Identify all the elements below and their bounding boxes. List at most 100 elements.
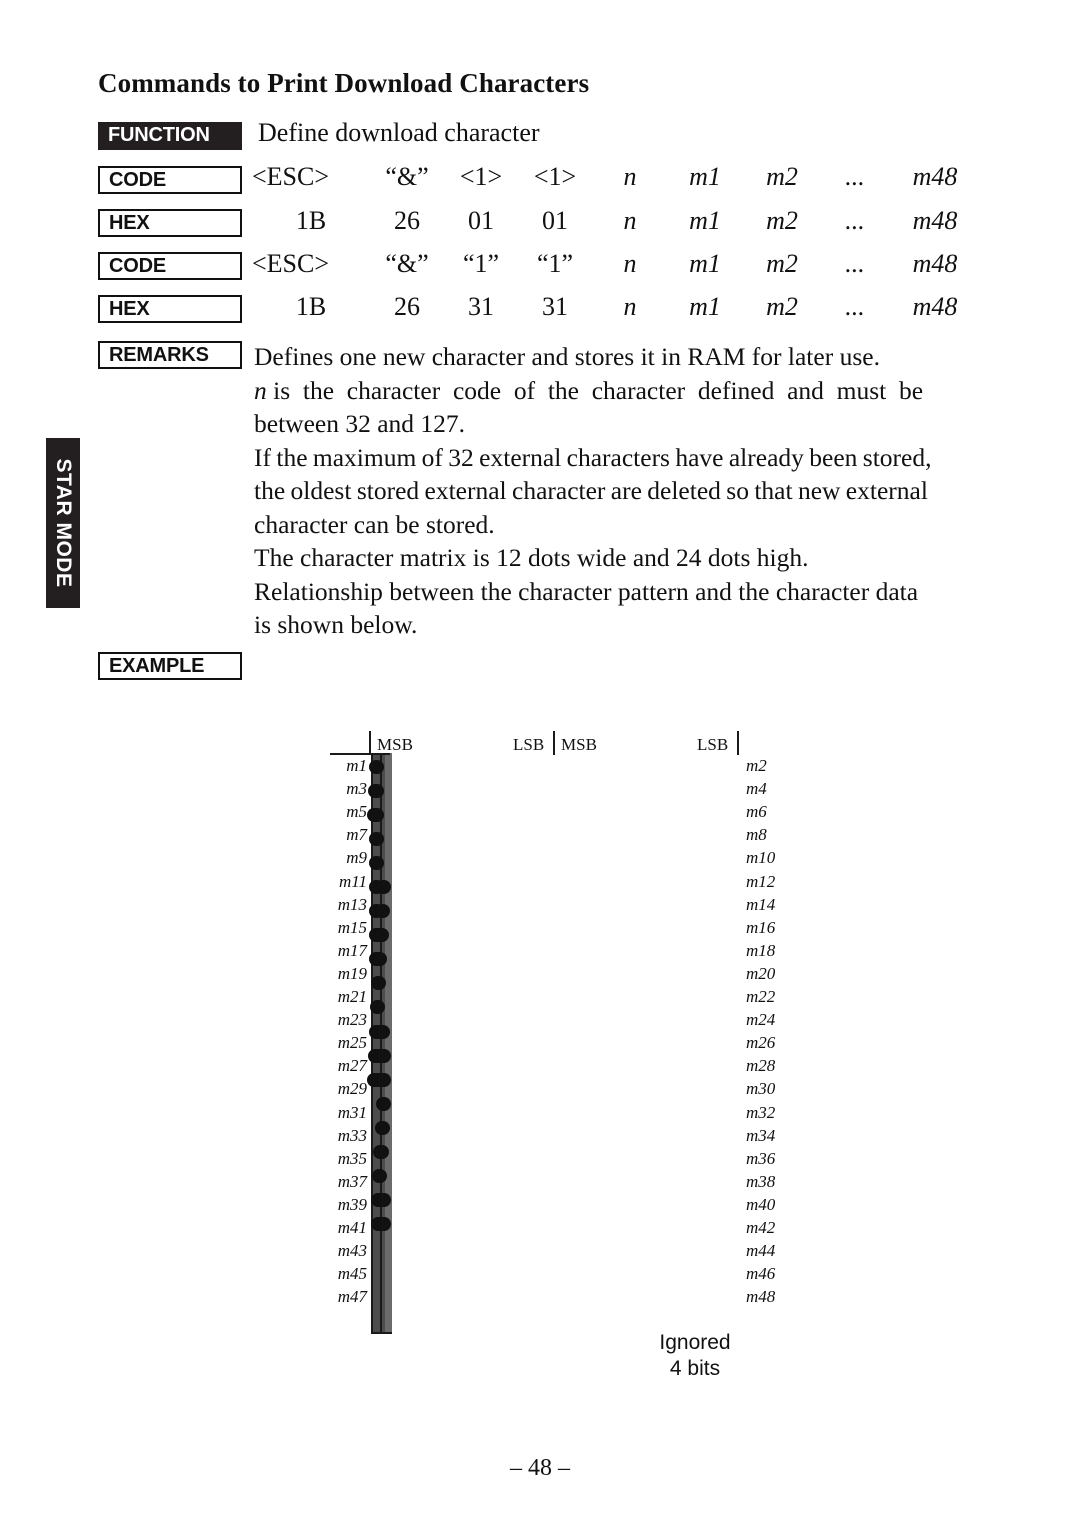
dot-matrix-row — [371, 1091, 392, 1117]
row-label-right: m40 — [746, 1194, 776, 1214]
dot-matrix-row — [368, 778, 392, 804]
row-label-right: m32 — [746, 1102, 776, 1122]
dot-matrix-cell — [389, 850, 392, 876]
dot-matrix-row — [369, 922, 392, 948]
row-label-left: m45 — [337, 1264, 367, 1284]
dot-matrix-cell — [389, 1139, 392, 1165]
dot-matrix-row — [371, 1163, 392, 1189]
row-label-left: m31 — [337, 1102, 367, 1122]
dot-matrix-cell — [389, 874, 392, 900]
cmd-cell: 26 — [394, 206, 420, 235]
dot-matrix-cell — [389, 970, 392, 996]
label-code-2: CODE — [98, 252, 242, 280]
row-label-right: m12 — [746, 871, 776, 891]
dot-matrix-row — [371, 1187, 392, 1213]
dot-matrix-cell — [389, 1259, 392, 1286]
row-label-right: m8 — [746, 825, 767, 845]
row-label-left: m5 — [346, 802, 367, 822]
remarks-line: Defines one new character and stores it … — [254, 342, 880, 371]
cmd-cell: 1B — [295, 206, 327, 235]
dot-matrix-row — [367, 802, 392, 828]
function-description: Define download character — [258, 118, 540, 147]
dot-matrix-row — [369, 826, 392, 852]
cmd-cell: “&” — [385, 162, 429, 191]
dot-matrix-cell — [389, 994, 392, 1021]
ignored-bits-caption: Ignored 4 bits — [629, 1330, 761, 1382]
cmd-cell: n — [623, 162, 637, 191]
dot-matrix-row — [371, 1308, 392, 1335]
row-label-left: m17 — [337, 940, 367, 960]
label-hex-2: HEX — [98, 295, 242, 323]
grid-frame-rule-mid — [553, 731, 555, 755]
dot-matrix-cell — [389, 1091, 392, 1117]
cmd-cell: m2 — [766, 206, 798, 235]
row-label-left: m1 — [346, 756, 367, 775]
label-function: FUNCTION — [98, 122, 242, 150]
cmd-cell: ... — [845, 162, 865, 191]
dot-matrix-cell — [389, 922, 392, 948]
document-page: Commands to Print Download Characters FU… — [0, 0, 1080, 1533]
lsb-label-left: LSB — [513, 735, 545, 754]
row-label-left: m27 — [337, 1056, 367, 1076]
row-label-right: m18 — [746, 940, 776, 960]
row-label-right: m22 — [746, 987, 776, 1006]
dot-matrix-row — [371, 1235, 392, 1261]
grid-frame-rule-left — [369, 731, 371, 755]
lsb-label-right: LSB — [697, 735, 729, 754]
row-label-left: m23 — [337, 1010, 367, 1030]
row-label-right: m38 — [746, 1171, 776, 1191]
cmd-cell: n — [623, 292, 637, 321]
row-label-left: m13 — [337, 894, 367, 914]
dot-matrix-cell — [389, 1308, 392, 1335]
dot-matrix-cell — [389, 778, 392, 804]
grid-frame-rule-right — [737, 731, 739, 755]
cmd-cell: m1 — [689, 206, 721, 235]
dot-matrix-row — [368, 1043, 392, 1069]
row-label-right: m24 — [746, 1010, 776, 1030]
row-label-left: m15 — [337, 917, 367, 937]
dot-matrix-row — [371, 1115, 392, 1141]
cmd-cell: 01 — [542, 206, 568, 235]
dot-matrix-row — [367, 1067, 392, 1093]
dot-matrix-row — [371, 1211, 392, 1237]
remarks-line: n is the character code of the character… — [254, 375, 924, 405]
cmd-cell: n — [623, 249, 637, 278]
cmd-cell: ... — [845, 292, 865, 321]
dot-matrix-row — [371, 1259, 392, 1286]
dot-matrix-row — [369, 898, 392, 924]
row-label-right: m16 — [746, 917, 776, 937]
cmd-cell: <1> — [459, 162, 503, 191]
row-label-right: m46 — [746, 1264, 776, 1284]
msb-label-right: MSB — [561, 735, 597, 754]
dot-matrix-row — [371, 970, 392, 996]
command-row-code-1: <ESC> “&” <1> <1> n m1 m2 ... m48 — [252, 162, 1042, 196]
dot-matrix-row — [371, 1284, 392, 1310]
cmd-cell: ... — [845, 206, 865, 235]
dot-matrix-cell — [389, 1163, 392, 1189]
row-label-left: m9 — [346, 848, 367, 868]
dot-matrix-cell — [389, 898, 392, 924]
row-label-left: m33 — [337, 1125, 367, 1145]
dot-matrix-cell — [389, 753, 392, 780]
page-number: – 48 – — [510, 1455, 570, 1481]
dot-matrix-cell — [389, 826, 392, 852]
cmd-cell: m48 — [912, 249, 958, 278]
command-row-hex-1: 1B 26 01 01 n m1 m2 ... m48 — [252, 206, 1042, 240]
page-title: Commands to Print Download Characters — [98, 68, 590, 98]
label-remarks: REMARKS — [98, 341, 242, 369]
command-row-hex-2: 1B 26 31 31 n m1 m2 ... m48 — [252, 292, 1042, 326]
row-label-left: m3 — [346, 779, 367, 799]
row-label-left: m35 — [337, 1148, 367, 1168]
dot-matrix-grid — [367, 753, 392, 1335]
dot-matrix-row — [369, 946, 392, 972]
cmd-cell: “1” — [536, 249, 574, 278]
command-row-code-2: <ESC> “&” “1” “1” n m1 m2 ... m48 — [252, 249, 1042, 283]
cmd-cell: 26 — [394, 292, 420, 321]
ignored-caption-line-2: 4 bits — [669, 1357, 721, 1380]
remarks-text: Defines one new character and stores it … — [254, 340, 996, 642]
row-label-left: m47 — [337, 1287, 367, 1307]
row-label-right: m14 — [746, 894, 776, 914]
msb-label-left: MSB — [377, 735, 413, 754]
dot-matrix-cell — [389, 1043, 392, 1069]
row-label-right: m4 — [746, 779, 767, 799]
